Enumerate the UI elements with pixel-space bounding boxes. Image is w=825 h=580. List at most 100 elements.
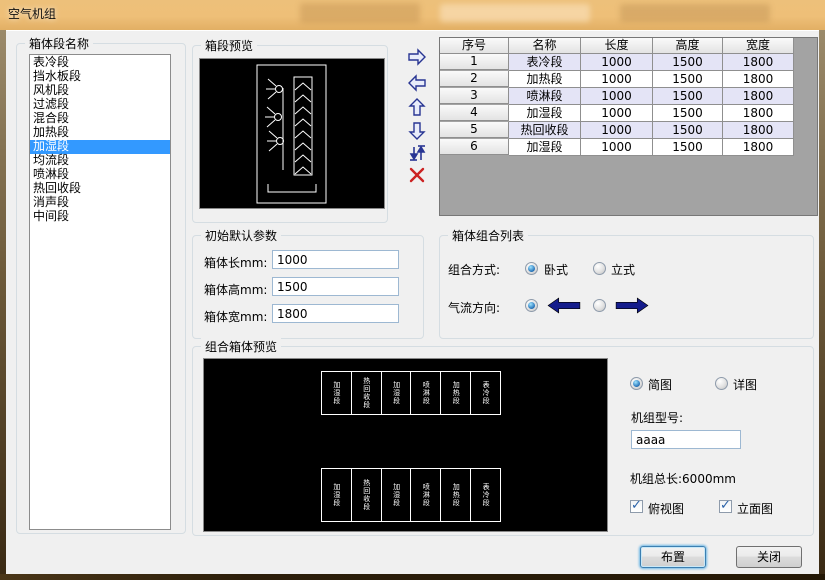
- list-item[interactable]: 混合段: [30, 112, 170, 126]
- grid-row-header: 1: [440, 54, 509, 70]
- section-preview-canvas: [199, 58, 385, 209]
- add-section-button[interactable]: [406, 47, 430, 67]
- window-frame-right: [819, 30, 825, 574]
- grid-row[interactable]: 5热回收段100015001800: [440, 122, 817, 139]
- titlebar-glass-decoration: [620, 4, 770, 22]
- grid-cell: 1000: [581, 139, 653, 156]
- section-list[interactable]: 表冷段挡水板段风机段过滤段混合段加热段加湿段均流段喷淋段热回收段消声段中间段: [29, 54, 171, 530]
- group-combined-preview-label: 组合箱体预览: [201, 338, 281, 355]
- airflow-right-arrow-icon[interactable]: [614, 297, 650, 314]
- grid-header-cell[interactable]: 名称: [509, 38, 581, 54]
- window-frame-bottom: [0, 574, 825, 580]
- left-arrow-icon: [406, 73, 428, 93]
- grid-header-cell[interactable]: 高度: [653, 38, 723, 54]
- grid-cell: 1000: [581, 71, 653, 88]
- list-item[interactable]: 喷淋段: [30, 168, 170, 182]
- grid-row-header: 5: [440, 122, 509, 138]
- preview-box: 喷淋段: [410, 371, 441, 415]
- spray-nozzle-icon: [267, 131, 284, 151]
- grid-header-row: 序号名称长度高度宽度: [440, 38, 817, 54]
- grid-row[interactable]: 3喷淋段100015001800: [440, 88, 817, 105]
- grid-cell: 1500: [653, 88, 723, 105]
- list-item[interactable]: 风机段: [30, 84, 170, 98]
- list-item[interactable]: 加热段: [30, 126, 170, 140]
- preview-box: 喷淋段: [410, 468, 441, 522]
- horizontal-mode-label[interactable]: 卧式: [544, 261, 568, 278]
- grid-cell: 1000: [581, 88, 653, 105]
- group-combo-list: 箱体组合列表 组合方式: 卧式 立式 气流方向:: [439, 235, 814, 339]
- preview-box: 表冷段: [470, 371, 501, 415]
- grid-cell: 1800: [723, 105, 794, 122]
- close-button[interactable]: 关闭: [736, 546, 802, 568]
- preview-box: 表冷段: [470, 468, 501, 522]
- swap-sections-button[interactable]: [406, 143, 430, 163]
- airflow-direction-label: 气流方向:: [448, 299, 500, 316]
- grid-cell: 1800: [723, 54, 794, 71]
- up-arrow-icon: [406, 97, 428, 117]
- simple-diagram-label[interactable]: 简图: [648, 376, 672, 393]
- box-length-input[interactable]: [272, 250, 399, 269]
- top-view-label[interactable]: 俯视图: [648, 500, 684, 517]
- detailed-diagram-radio[interactable]: [715, 377, 728, 390]
- titlebar[interactable]: 空气机组: [0, 0, 825, 30]
- list-item[interactable]: 挡水板段: [30, 70, 170, 84]
- grid-row[interactable]: 4加湿段100015001800: [440, 105, 817, 122]
- list-item[interactable]: 均流段: [30, 154, 170, 168]
- list-item[interactable]: 热回收段: [30, 182, 170, 196]
- box-height-input[interactable]: [272, 277, 399, 296]
- spray-nozzle-icon: [265, 107, 282, 127]
- grid-cell: 1000: [581, 54, 653, 71]
- preview-box: 加湿段: [321, 371, 352, 415]
- grid-row[interactable]: 2加热段100015001800: [440, 71, 817, 88]
- grid-cell: 1800: [723, 139, 794, 156]
- right-arrow-icon: [406, 47, 428, 67]
- grid-header-cell[interactable]: 宽度: [723, 38, 794, 54]
- airflow-left-arrow-icon[interactable]: [546, 297, 582, 314]
- detailed-diagram-label[interactable]: 详图: [733, 376, 757, 393]
- dialog-body: 箱体段名称 表冷段挡水板段风机段过滤段混合段加热段加湿段均流段喷淋段热回收段消声…: [6, 30, 819, 574]
- layout-button[interactable]: 布置: [640, 546, 706, 568]
- preview-row-top: 加湿段热回收段加湿段喷淋段加热段表冷段: [321, 371, 501, 415]
- vertical-mode-label[interactable]: 立式: [611, 261, 635, 278]
- grid-cell: 加湿段: [509, 139, 581, 156]
- grid-row-header: 3: [440, 88, 509, 104]
- box-height-label: 箱体高mm:: [204, 281, 267, 298]
- grid-header-cell[interactable]: 长度: [581, 38, 653, 54]
- preview-box: 加湿段: [381, 468, 412, 522]
- list-item[interactable]: 表冷段: [30, 56, 170, 70]
- airflow-right-radio[interactable]: [593, 299, 606, 312]
- list-item[interactable]: 消声段: [30, 196, 170, 210]
- top-view-checkbox[interactable]: [630, 500, 643, 513]
- simple-diagram-radio[interactable]: [630, 377, 643, 390]
- grid-cell: 加湿段: [509, 105, 581, 122]
- delete-section-button[interactable]: [406, 165, 430, 185]
- grid-cell: 1000: [581, 122, 653, 139]
- elevation-view-label[interactable]: 立面图: [737, 500, 773, 517]
- grid-header-cell[interactable]: 序号: [440, 38, 509, 54]
- titlebar-glass-decoration: [300, 3, 420, 23]
- vertical-mode-radio[interactable]: [593, 262, 606, 275]
- list-item[interactable]: 中间段: [30, 210, 170, 224]
- move-up-button[interactable]: [406, 97, 430, 117]
- titlebar-glass-decoration: [440, 4, 590, 22]
- grid-row[interactable]: 1表冷段100015001800: [440, 54, 817, 71]
- remove-section-button[interactable]: [406, 73, 430, 93]
- list-item[interactable]: 加湿段: [30, 140, 170, 154]
- group-default-params-label: 初始默认参数: [201, 227, 281, 244]
- move-down-button[interactable]: [406, 121, 430, 141]
- grid-cell: 1800: [723, 88, 794, 105]
- airflow-left-radio[interactable]: [525, 299, 538, 312]
- unit-model-input[interactable]: [631, 430, 741, 449]
- preview-box: 热回收段: [351, 371, 382, 415]
- horizontal-mode-radio[interactable]: [525, 262, 538, 275]
- box-width-input[interactable]: [272, 304, 399, 323]
- list-item[interactable]: 过滤段: [30, 98, 170, 112]
- grid-row[interactable]: 6加湿段100015001800: [440, 139, 817, 156]
- preview-row-bottom: 加湿段热回收段加湿段喷淋段加热段表冷段: [321, 468, 501, 522]
- spray-nozzle-icon: [266, 79, 283, 99]
- box-width-label: 箱体宽mm:: [204, 308, 267, 325]
- sections-grid[interactable]: 序号名称长度高度宽度 1表冷段1000150018002加热段100015001…: [439, 37, 818, 216]
- grid-row-header: 6: [440, 139, 509, 155]
- elevation-view-checkbox[interactable]: [719, 500, 732, 513]
- group-combo-list-label: 箱体组合列表: [448, 227, 528, 244]
